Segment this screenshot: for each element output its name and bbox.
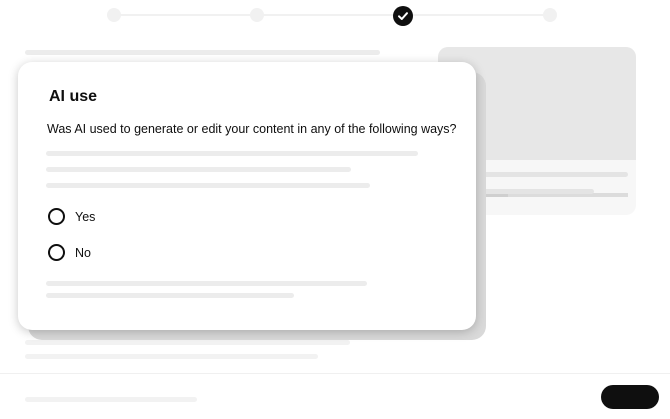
step-2-indicator [250,8,264,22]
dialog-title: AI use [49,88,98,105]
footer-divider [0,373,670,374]
skeleton-line [46,167,351,172]
radio-no[interactable] [48,244,65,261]
skeleton-line [46,281,367,286]
option-no[interactable]: No [48,244,91,261]
step-1-indicator [107,8,121,22]
skeleton-line [46,151,418,156]
skeleton-line [25,397,197,402]
option-yes-label: Yes [75,209,96,224]
radio-yes[interactable] [48,208,65,225]
skeleton-line [46,183,370,188]
ai-use-dialog: AI use Was AI used to generate or edit y… [18,62,476,330]
skeleton-line [468,189,594,194]
step-3-indicator [393,6,413,26]
option-yes[interactable]: Yes [48,208,95,225]
skeleton-line [25,340,350,345]
skeleton-line [468,172,628,177]
skeleton-line [25,50,380,55]
skeleton-line [46,293,294,298]
next-button[interactable] [601,385,659,409]
step-4-indicator [543,8,557,22]
checkmark-icon [398,12,408,20]
skeleton-line [25,354,318,359]
dialog-question: Was AI used to generate or edit your con… [47,122,457,136]
option-no-label: No [75,245,91,260]
stepper-track [113,14,550,16]
